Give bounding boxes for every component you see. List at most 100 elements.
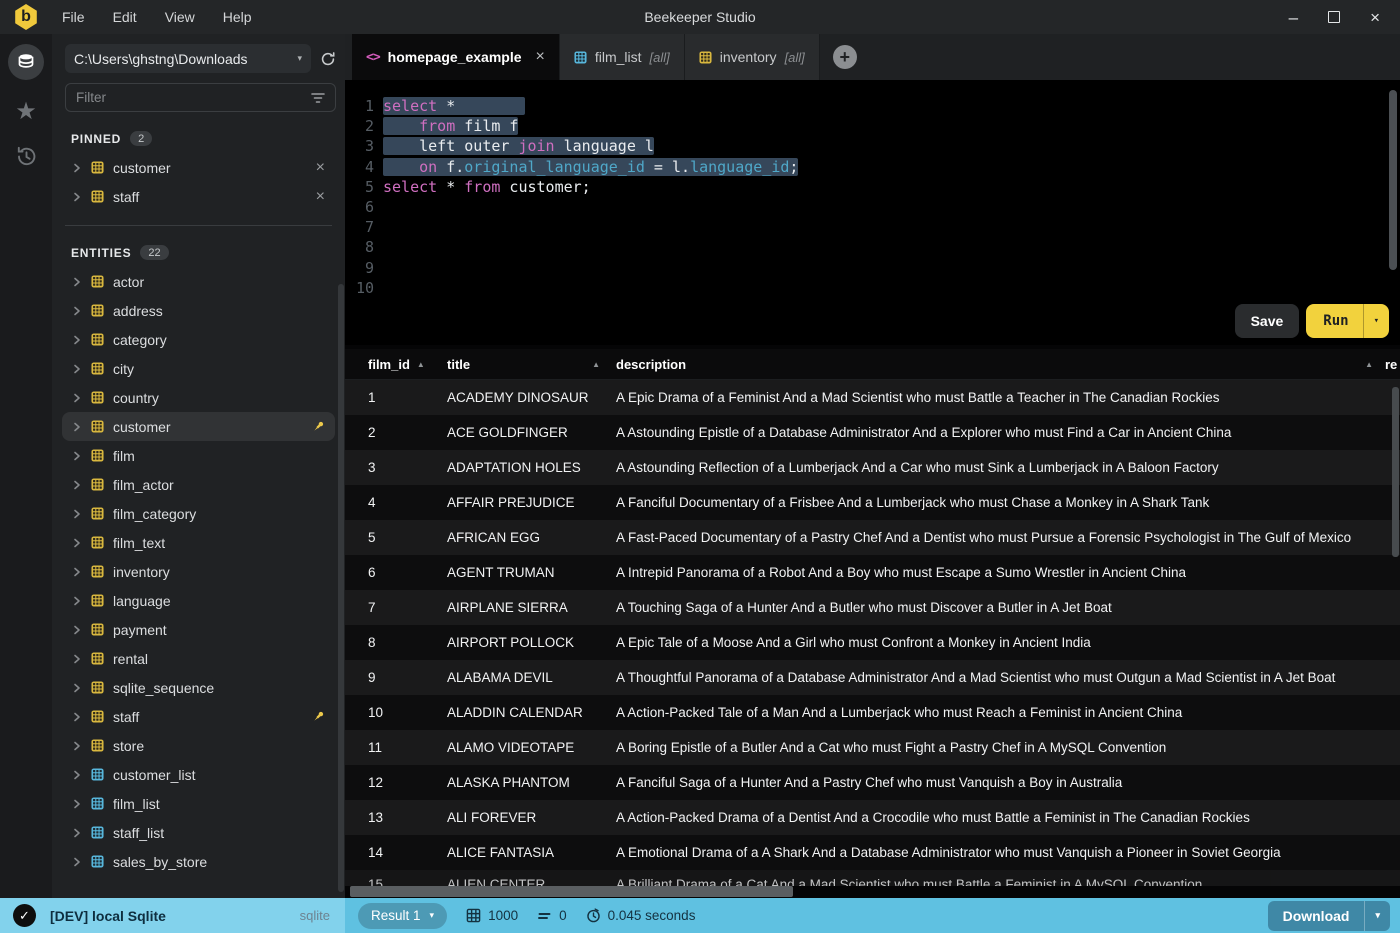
tab-homepage_example[interactable]: <> homepage_example × [352, 34, 560, 80]
chevron-right-icon[interactable] [72, 451, 82, 461]
chevron-right-icon[interactable] [72, 625, 82, 635]
table-row[interactable]: 6 AGENT TRUMAN A Intrepid Panorama of a Ro… [345, 555, 1400, 590]
history-icon[interactable] [14, 144, 39, 169]
chevron-right-icon[interactable] [72, 509, 82, 519]
favorites-star-icon[interactable]: ★ [15, 100, 37, 124]
chevron-right-icon[interactable] [72, 277, 82, 287]
filter-icon[interactable] [311, 92, 325, 104]
results-horizontal-scrollbar[interactable] [350, 886, 793, 897]
chevron-right-icon[interactable] [72, 422, 82, 432]
sidebar-item-film_actor[interactable]: film_actor [62, 470, 335, 499]
chevron-right-icon[interactable] [72, 192, 82, 202]
close-window-icon[interactable]: × [1370, 9, 1380, 26]
chevron-right-icon[interactable] [72, 306, 82, 316]
chevron-right-icon[interactable] [72, 741, 82, 751]
chevron-right-icon[interactable] [72, 828, 82, 838]
sidebar-item-staff[interactable]: staff [62, 702, 335, 731]
sidebar-item-category[interactable]: category [62, 325, 335, 354]
menu-view[interactable]: View [159, 7, 201, 27]
result-selector[interactable]: Result 1 ▾ [358, 902, 448, 929]
menu-help[interactable]: Help [217, 7, 258, 27]
sort-asc-icon[interactable]: ▲ [592, 360, 600, 369]
table-row[interactable]: 8 AIRPORT POLLOCK A Epic Tale of a Moose A… [345, 625, 1400, 660]
table-row[interactable]: 14 ALICE FANTASIA A Emotional Drama of a A… [345, 835, 1400, 870]
run-button-label[interactable]: Run [1306, 304, 1362, 338]
sidebar-item-address[interactable]: address [62, 296, 335, 325]
table-row[interactable]: 2 ACE GOLDFINGER A Astounding Epistle of a… [345, 415, 1400, 450]
database-icon[interactable] [8, 44, 44, 80]
refresh-icon[interactable] [320, 51, 336, 67]
save-button[interactable]: Save [1234, 303, 1300, 338]
sort-asc-icon[interactable]: ▲ [1365, 360, 1373, 369]
unpin-close-icon[interactable]: × [316, 159, 325, 176]
table-row[interactable]: 12 ALASKA PHANTOM A Fanciful Saga of a Hun… [345, 765, 1400, 800]
table-row[interactable]: 9 ALABAMA DEVIL A Thoughtful Panorama of a… [345, 660, 1400, 695]
sidebar-item-country[interactable]: country [62, 383, 335, 412]
table-row[interactable]: 11 ALAMO VIDEOTAPE A Boring Epistle of a B… [345, 730, 1400, 765]
chevron-right-icon[interactable] [72, 857, 82, 867]
sidebar-item-customer_list[interactable]: customer_list [62, 760, 335, 789]
table-row[interactable]: 5 AFRICAN EGG A Fast-Paced Documentary of … [345, 520, 1400, 555]
chevron-right-icon[interactable] [72, 596, 82, 606]
column-header-film_id[interactable]: film_id ▲ [368, 357, 447, 372]
table-row[interactable]: 13 ALI FOREVER A Action-Packed Drama of a … [345, 800, 1400, 835]
chevron-right-icon[interactable] [72, 654, 82, 664]
sidebar-item-staff_list[interactable]: staff_list [62, 818, 335, 847]
pinned-item-customer[interactable]: customer × [62, 153, 335, 182]
sidebar-scrollbar[interactable] [338, 284, 344, 892]
run-button[interactable]: Run ▾ [1306, 303, 1389, 338]
sidebar-item-film_list[interactable]: film_list [62, 789, 335, 818]
column-header-description[interactable]: description ▲ [616, 357, 1385, 372]
menu-edit[interactable]: Edit [107, 7, 143, 27]
minimize-icon[interactable]: – [1289, 9, 1298, 26]
new-tab-button[interactable]: + [832, 45, 857, 69]
maximize-icon[interactable] [1328, 11, 1341, 23]
tab-film_list[interactable]: film_list [all] [559, 34, 685, 80]
sidebar-item-payment[interactable]: payment [62, 615, 335, 644]
sidebar-item-rental[interactable]: rental [62, 644, 335, 673]
sidebar-item-language[interactable]: language [62, 586, 335, 615]
sidebar-item-store[interactable]: store [62, 731, 335, 760]
sidebar-item-inventory[interactable]: inventory [62, 557, 335, 586]
chevron-right-icon[interactable] [72, 335, 82, 345]
chevron-right-icon[interactable] [72, 683, 82, 693]
chevron-right-icon[interactable] [72, 538, 82, 548]
filter-input[interactable] [76, 90, 311, 105]
unpin-close-icon[interactable]: × [316, 188, 325, 205]
chevron-right-icon[interactable] [72, 770, 82, 780]
editor-scrollbar[interactable] [1389, 90, 1397, 270]
chevron-right-icon[interactable] [72, 567, 82, 577]
chevron-right-icon[interactable] [72, 364, 82, 374]
results-vertical-scrollbar[interactable] [1392, 387, 1399, 557]
sidebar-item-film_category[interactable]: film_category [62, 499, 335, 528]
chevron-right-icon[interactable] [72, 163, 82, 173]
column-header-re[interactable]: re [1385, 357, 1400, 372]
menu-file[interactable]: File [56, 7, 91, 27]
table-row[interactable]: 3 ADAPTATION HOLES A Astounding Reflection… [345, 450, 1400, 485]
tab-inventory[interactable]: inventory [all] [684, 34, 820, 80]
table-row[interactable]: 7 AIRPLANE SIERRA A Touching Saga of a Hun… [345, 590, 1400, 625]
chevron-right-icon[interactable] [72, 480, 82, 490]
sidebar-item-film[interactable]: film [62, 441, 335, 470]
sidebar-item-actor[interactable]: actor [62, 267, 335, 296]
table-row[interactable]: 1 ACADEMY DINOSAUR A Epic Drama of a Femin… [345, 380, 1400, 415]
chevron-right-icon[interactable] [72, 712, 82, 722]
sidebar-item-sales_by_store[interactable]: sales_by_store [62, 847, 335, 876]
sidebar-item-city[interactable]: city [62, 354, 335, 383]
sort-asc-icon[interactable]: ▲ [417, 360, 425, 369]
sidebar-item-film_text[interactable]: film_text [62, 528, 335, 557]
column-header-title[interactable]: title ▲ [447, 357, 616, 372]
download-button[interactable]: Download ▾ [1267, 900, 1390, 931]
connection-status[interactable]: ✓ [DEV] local Sqlite sqlite [0, 898, 345, 933]
run-dropdown-icon[interactable]: ▾ [1362, 303, 1389, 338]
table-row[interactable]: 10 ALADDIN CALENDAR A Action-Packed Tale o… [345, 695, 1400, 730]
chevron-right-icon[interactable] [72, 393, 82, 403]
pinned-item-staff[interactable]: staff × [62, 182, 335, 211]
sidebar-item-sqlite_sequence[interactable]: sqlite_sequence [62, 673, 335, 702]
database-selector[interactable]: C:\Users\ghstng\Downloads ▾ [65, 44, 311, 73]
chevron-right-icon[interactable] [72, 799, 82, 809]
table-row[interactable]: 15 ALIEN CENTER A Brilliant Drama of a Cat… [345, 870, 1400, 886]
table-row[interactable]: 4 AFFAIR PREJUDICE A Fanciful Documentary … [345, 485, 1400, 520]
close-tab-icon[interactable]: × [536, 49, 545, 65]
sidebar-item-customer[interactable]: customer [62, 412, 335, 441]
